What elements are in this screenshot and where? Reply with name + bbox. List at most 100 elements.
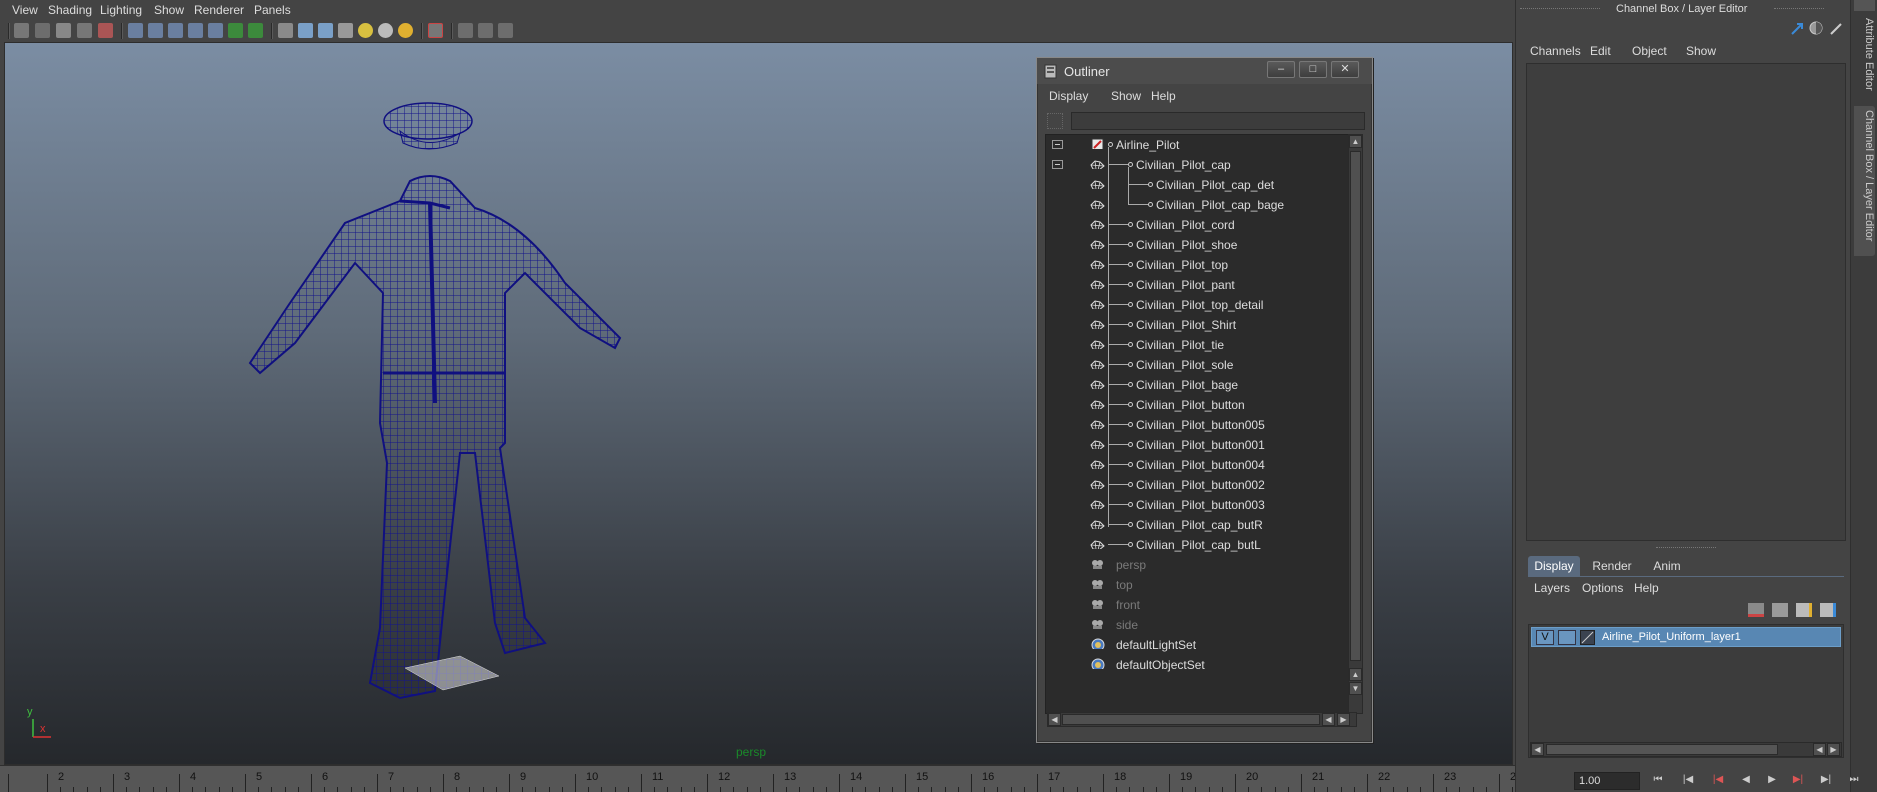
outliner-menu-help[interactable]: Help	[1151, 89, 1176, 103]
share-icon[interactable]	[498, 23, 513, 38]
maximize-button[interactable]: □	[1299, 61, 1327, 78]
step-forward-key-icon[interactable]: ▶|	[1818, 774, 1834, 788]
field-chart-icon[interactable]	[188, 23, 203, 38]
scroll-right-icon[interactable]: ▶	[1337, 713, 1350, 726]
xray-joints-icon[interactable]	[478, 23, 493, 38]
outliner-item[interactable]: persp	[1046, 555, 1354, 575]
outliner-item[interactable]: Civilian_Pilot_button004	[1046, 455, 1354, 475]
play-forwards-icon[interactable]: ▶	[1764, 774, 1780, 788]
layer-visibility-toggle[interactable]: V	[1536, 630, 1554, 645]
outliner-item[interactable]: Civilian_Pilot_bage	[1046, 375, 1354, 395]
grid-icon[interactable]	[98, 23, 113, 38]
menu-show-channels[interactable]: Show	[1686, 44, 1716, 58]
scroll-left-icon[interactable]: ◀	[1813, 743, 1826, 756]
tab-anim[interactable]: Anim	[1644, 556, 1690, 576]
outliner-item[interactable]: Civilian_Pilot_cap_bage	[1046, 195, 1354, 215]
outliner-item[interactable]: Civilian_Pilot_cap_butR	[1046, 515, 1354, 535]
tab-render[interactable]: Render	[1584, 556, 1640, 576]
menu-object[interactable]: Object	[1632, 44, 1667, 58]
channel-box-area[interactable]	[1526, 63, 1846, 541]
layer-row[interactable]: V Airline_Pilot_Uniform_layer1	[1531, 627, 1841, 647]
outliner-item[interactable]: Civilian_Pilot_Shirt	[1046, 315, 1354, 335]
textured-icon[interactable]	[338, 23, 353, 38]
outliner-item[interactable]: Civilian_Pilot_cap	[1046, 155, 1354, 175]
scroll-down-icon[interactable]: ▼	[1349, 682, 1362, 695]
outliner-item[interactable]: Civilian_Pilot_sole	[1046, 355, 1354, 375]
outliner-item[interactable]: Civilian_Pilot_pant	[1046, 275, 1354, 295]
outliner-item[interactable]: Civilian_Pilot_top_detail	[1046, 295, 1354, 315]
gate-mask-icon[interactable]	[168, 23, 183, 38]
new-layer-from-selected-icon[interactable]	[1748, 603, 1764, 617]
outliner-item[interactable]: Civilian_Pilot_button001	[1046, 435, 1354, 455]
text-icon[interactable]	[248, 23, 263, 38]
outliner-horizontal-scrollbar[interactable]: ◀ ◀ ▶	[1047, 712, 1357, 727]
default-lighting-icon[interactable]	[358, 23, 373, 38]
menu-edit[interactable]: Edit	[1590, 44, 1611, 58]
outliner-item[interactable]: Civilian_Pilot_button003	[1046, 495, 1354, 515]
layer-color-swatch[interactable]	[1580, 630, 1595, 645]
minimize-button[interactable]: –	[1267, 61, 1295, 78]
outliner-item[interactable]: front	[1046, 595, 1354, 615]
smooth-shade-icon[interactable]	[298, 23, 313, 38]
scroll-thumb[interactable]	[1350, 151, 1361, 661]
camera-attributes-icon[interactable]	[35, 23, 50, 38]
scroll-up-icon[interactable]: ▲	[1349, 668, 1362, 681]
collapse-toggle-icon[interactable]	[1052, 140, 1063, 149]
tab-display[interactable]: Display	[1528, 556, 1580, 576]
move-down-icon[interactable]	[1820, 603, 1836, 617]
close-button[interactable]: ✕	[1331, 61, 1359, 78]
safe-action-icon[interactable]	[208, 23, 223, 38]
menu-options[interactable]: Options	[1582, 581, 1623, 595]
bookmarks-icon[interactable]	[56, 23, 71, 38]
filter-icon[interactable]	[1047, 113, 1063, 129]
outliner-item[interactable]: defaultObjectSet	[1046, 655, 1354, 675]
wireframe-on-shaded-icon[interactable]	[318, 23, 333, 38]
outliner-item[interactable]: defaultLightSet	[1046, 635, 1354, 655]
play-backwards-icon[interactable]: ◀	[1738, 774, 1754, 788]
menu-lighting[interactable]: Lighting	[100, 3, 142, 17]
step-back-frame-icon[interactable]: |◀	[1710, 774, 1726, 788]
go-to-end-icon[interactable]: ⏭	[1846, 774, 1862, 788]
outliner-item[interactable]: Airline_Pilot	[1046, 135, 1354, 155]
xray-icon[interactable]	[458, 23, 473, 38]
outliner-tree[interactable]: Airline_Pilot Civilian_Pilot_cap Civilian_…	[1045, 134, 1355, 714]
outliner-item[interactable]: Civilian_Pilot_button005	[1046, 415, 1354, 435]
scroll-up-icon[interactable]: ▲	[1349, 135, 1362, 148]
move-up-icon[interactable]	[1796, 603, 1812, 617]
scroll-left-icon[interactable]: ◀	[1048, 713, 1061, 726]
outliner-menu-show[interactable]: Show	[1111, 89, 1141, 103]
outliner-item[interactable]: Civilian_Pilot_top	[1046, 255, 1354, 275]
scroll-thumb[interactable]	[1062, 714, 1320, 725]
scroll-thumb[interactable]	[1546, 744, 1778, 755]
layer-playback-toggle[interactable]	[1558, 630, 1576, 645]
current-frame-field[interactable]: 1.00	[1574, 772, 1640, 790]
menu-layers[interactable]: Layers	[1534, 581, 1570, 595]
outliner-search-input[interactable]	[1071, 112, 1365, 130]
outliner-titlebar[interactable]: Outliner – □ ✕	[1037, 58, 1372, 84]
menu-shading[interactable]: Shading	[48, 3, 92, 17]
select-camera-icon[interactable]	[14, 23, 29, 38]
wireframe-icon[interactable]	[278, 23, 293, 38]
step-back-key-icon[interactable]: |◀	[1680, 774, 1696, 788]
outliner-menu-display[interactable]: Display	[1049, 89, 1088, 103]
outliner-item[interactable]: top	[1046, 575, 1354, 595]
shadows-icon[interactable]	[398, 23, 413, 38]
scroll-left-icon[interactable]: ◀	[1322, 713, 1335, 726]
outliner-item[interactable]: Civilian_Pilot_cord	[1046, 215, 1354, 235]
safe-title-icon[interactable]	[228, 23, 243, 38]
panel-float-icon[interactable]	[1854, 0, 1875, 11]
tab-attribute-editor[interactable]: Attribute Editor	[1854, 14, 1875, 94]
collapse-toggle-icon[interactable]	[1052, 160, 1063, 169]
outliner-item[interactable]: Civilian_Pilot_button	[1046, 395, 1354, 415]
go-to-start-icon[interactable]: ⏮	[1650, 774, 1666, 788]
layer-list[interactable]: V Airline_Pilot_Uniform_layer1	[1528, 624, 1844, 758]
isolate-select-icon[interactable]	[428, 23, 443, 38]
all-lights-icon[interactable]	[378, 23, 393, 38]
outliner-item[interactable]: Civilian_Pilot_cap_butL	[1046, 535, 1354, 555]
layer-horizontal-scrollbar[interactable]: ◀ ◀ ▶	[1530, 742, 1842, 757]
menu-renderer[interactable]: Renderer	[194, 3, 244, 17]
time-slider[interactable]: 23456789101112131415161718192021222324	[0, 765, 1565, 792]
scroll-right-icon[interactable]: ▶	[1827, 743, 1840, 756]
splitter-handle[interactable]	[1656, 547, 1716, 548]
menu-help[interactable]: Help	[1634, 581, 1659, 595]
